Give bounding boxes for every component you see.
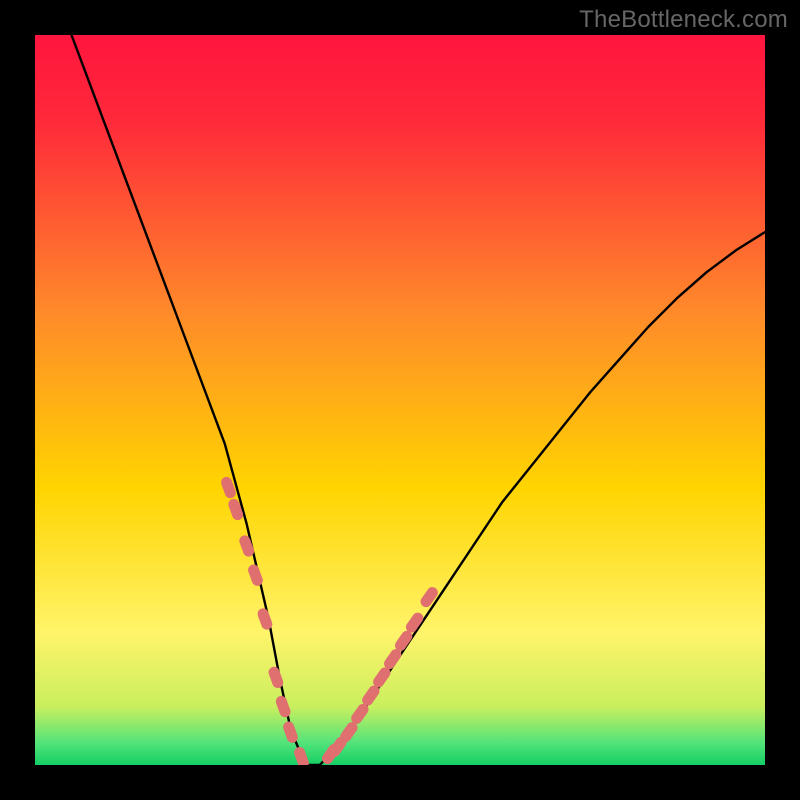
plot-area <box>35 35 765 765</box>
watermark-text: TheBottleneck.com <box>579 6 788 34</box>
chart-container: TheBottleneck.com <box>0 0 800 800</box>
chart-svg <box>35 35 765 765</box>
